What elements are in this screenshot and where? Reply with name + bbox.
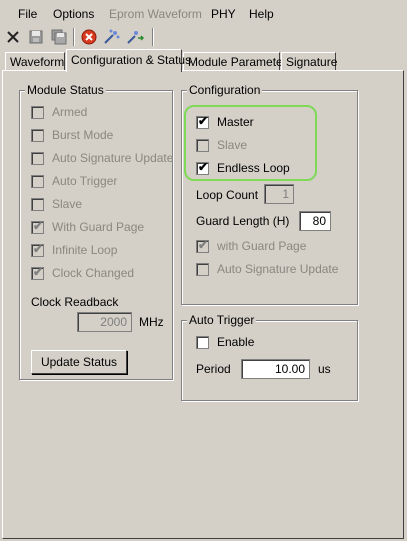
module-status-check-box: ✔ [31,241,44,257]
module-status-check-box: ✔ [31,264,44,280]
auto-trigger-title: Auto Trigger [187,313,257,327]
module-status-item: Armed [31,104,87,120]
endless-loop-check-box[interactable]: ✔ [196,160,209,175]
auto-signature-update-checkbox[interactable]: Auto Signature Update [196,261,338,277]
module-status-item: Burst Mode [31,127,113,143]
module-status-check-box [31,151,44,165]
enable-checkbox[interactable]: Enable [196,334,254,350]
enable-check-box[interactable] [196,335,209,349]
module-status-check-box [31,174,44,188]
module-status-item: Auto Trigger [31,173,117,189]
module-status-check-box [31,105,44,119]
menu-file[interactable]: File [18,7,37,21]
module-status-check-box: ✔ [31,218,44,234]
module-status-label: Auto Trigger [52,174,118,188]
menu-phy[interactable]: PHY [211,7,236,21]
module-status-title: Module Status [25,83,106,97]
toolbar-separator [152,28,154,46]
tab-waveform[interactable]: Waveform [5,52,65,71]
clock-readback-field: 2000 [77,312,132,332]
period-label: Period [196,362,231,376]
loop-count-field[interactable]: 1 [264,184,294,204]
period-unit: us [318,362,331,376]
menu-bar: File Options Eprom Waveform PHY Help [0,0,407,26]
tab-configuration-status[interactable]: Configuration & Status [66,49,191,72]
with-guard-page-checkbox[interactable]: ✔ with Guard Page [196,238,306,254]
endless-loop-checkbox[interactable]: ✔ Endless Loop [196,160,290,176]
save-icon[interactable] [27,28,45,46]
master-label: Master [217,115,254,129]
module-status-item: ✔ Infinite Loop [31,242,117,258]
module-status-item: Auto Signature Update [31,150,173,166]
clock-unit: MHz [139,315,164,329]
configuration-title: Configuration [187,83,263,97]
update-status-button[interactable]: Update Status [31,350,127,374]
tab-signature[interactable]: Signature [281,52,337,71]
endless-loop-label: Endless Loop [217,161,290,175]
module-status-label: Burst Mode [52,128,114,142]
tab-module-parameter[interactable]: Module Parameter [183,52,287,71]
close-x-icon[interactable] [4,28,22,46]
module-status-item: ✔ With Guard Page [31,219,144,235]
module-status-label: Slave [52,197,83,211]
save-all-icon[interactable] [50,28,68,46]
guard-length-label: Guard Length (H) [196,214,290,228]
stop-icon[interactable] [80,28,98,46]
toolbar-separator [73,28,75,46]
menu-eprom-waveform[interactable]: Eprom Waveform [109,7,202,21]
loop-count-label: Loop Count [196,188,259,202]
module-status-check-box [31,197,44,211]
with-guard-page-label: with Guard Page [217,239,307,253]
guard-length-field[interactable]: 80 [299,211,331,231]
toolbar [0,26,407,48]
module-status-check-box [31,128,44,142]
clock-readback-label: Clock Readback [31,295,119,309]
enable-label: Enable [217,335,255,349]
module-status-item: Slave [31,196,82,212]
slave-label: Slave [217,138,248,152]
module-status-label: Infinite Loop [52,243,118,257]
master-checkbox[interactable]: ✔ Master [196,114,254,130]
auto-signature-update-check-box[interactable] [196,262,209,276]
master-check-box[interactable]: ✔ [196,114,209,129]
wand-arrow-icon[interactable] [126,28,144,46]
module-status-label: Clock Changed [52,266,135,280]
module-status-item: ✔ Clock Changed [31,265,134,281]
module-status-label: Armed [52,105,88,119]
module-status-label: With Guard Page [52,220,145,234]
slave-checkbox[interactable]: Slave [196,137,247,153]
with-guard-page-check-box[interactable]: ✔ [196,238,209,253]
tab-strip: Waveform Configuration & Status Module P… [0,49,407,72]
menu-help[interactable]: Help [249,7,274,21]
period-field[interactable]: 10.00 [241,359,310,379]
module-status-label: Auto Signature Update [52,151,174,165]
wand-icon[interactable] [103,28,121,46]
slave-check-box[interactable] [196,138,209,152]
menu-options[interactable]: Options [53,7,94,21]
auto-signature-update-label: Auto Signature Update [217,262,339,276]
